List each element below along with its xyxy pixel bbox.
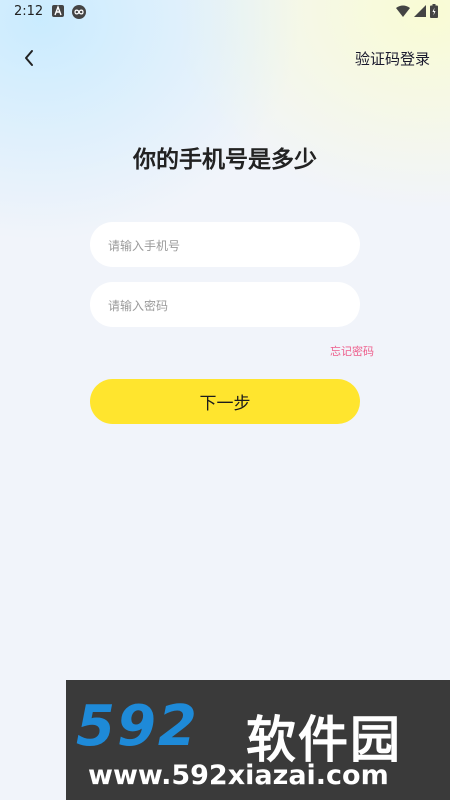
status-icons (396, 4, 438, 22)
password-field[interactable] (90, 282, 360, 329)
watermark-number: 592 (76, 694, 199, 759)
next-step-button[interactable]: 下一步 (90, 379, 360, 424)
status-bar: 2:12 (0, 0, 450, 24)
battery-icon (430, 4, 438, 22)
forgot-password-link[interactable]: 忘记密码 (330, 343, 374, 359)
chevron-left-icon[interactable] (18, 46, 42, 70)
page-title: 你的手机号是多少 (133, 146, 317, 172)
infinity-app-icon (72, 5, 86, 23)
wifi-icon (396, 5, 410, 21)
sms-code-login-link[interactable]: 验证码登录 (355, 48, 430, 69)
password-input[interactable] (106, 282, 350, 329)
status-time: 2:12 (14, 4, 44, 19)
phone-input[interactable] (106, 222, 350, 269)
watermark-url: www.592xiazai.com (88, 760, 389, 791)
phone-field[interactable] (90, 222, 360, 269)
notification-a-icon (52, 5, 64, 21)
signal-icon (414, 5, 426, 21)
watermark-banner: 592 软件园 www.592xiazai.com (66, 680, 450, 800)
